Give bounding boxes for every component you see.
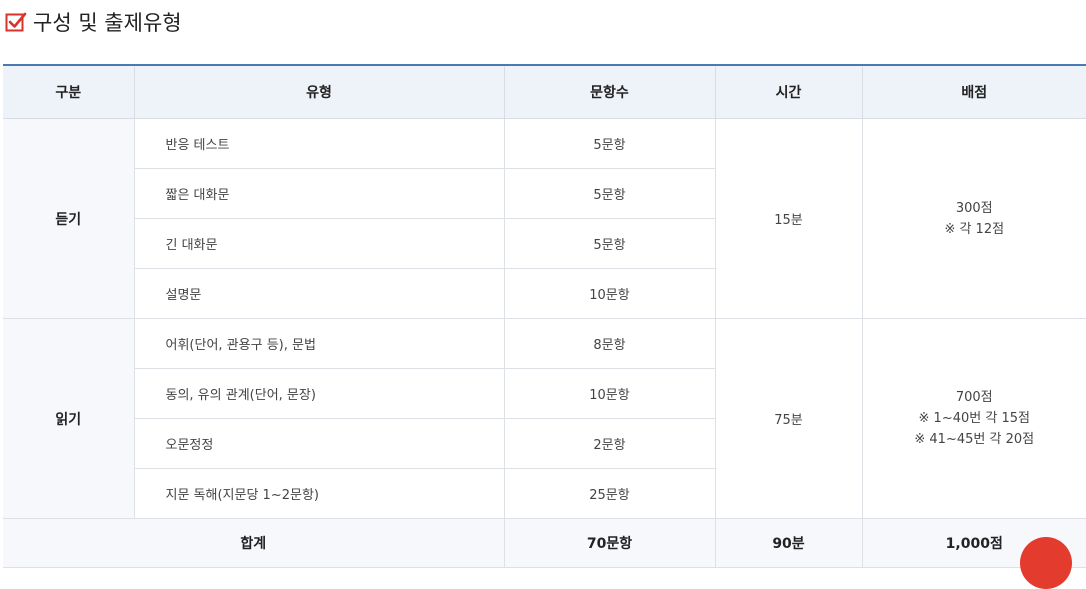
table-row: 듣기 반응 테스트 5문항 15분 300점 ※ 각 12점 — [3, 118, 1086, 319]
section-title: 구성 및 출제유형 — [33, 11, 182, 35]
listening-time: 15분 — [714, 118, 863, 319]
count-cell: 8문항 — [503, 318, 716, 369]
listening-score-total: 300점 — [955, 200, 993, 216]
total-label: 합계 — [3, 518, 505, 568]
total-time: 90분 — [714, 518, 863, 568]
type-cell: 동의, 유의 관계(단어, 문장) — [134, 368, 505, 419]
header-time: 시간 — [714, 65, 863, 119]
header-score: 배점 — [861, 65, 1086, 119]
count-cell: 2문항 — [503, 418, 715, 469]
table-header-row: 구분 유형 문항수 시간 배점 — [3, 65, 1086, 119]
header-category: 구분 — [3, 65, 135, 119]
total-row: 합계 70문항 90분 1,000점 — [3, 518, 1086, 568]
count-cell: 25문항 — [503, 468, 715, 519]
listening-score: 300점 ※ 각 12점 — [861, 118, 1086, 319]
header-type: 유형 — [133, 65, 505, 119]
reading-time: 75분 — [714, 318, 863, 519]
header-question-count: 문항수 — [503, 65, 716, 119]
type-cell: 오문정정 — [134, 418, 505, 469]
count-cell: 5문항 — [503, 218, 715, 269]
reading-score: 700점 ※ 1~40번 각 15점 ※ 41~45번 각 20점 — [861, 318, 1086, 519]
exam-structure-table: 구분 유형 문항수 시간 배점 듣기 반응 테스트 5문항 15분 300점 ※… — [3, 64, 1086, 568]
count-cell: 10문항 — [503, 368, 715, 419]
section-reading: 읽기 — [3, 318, 135, 519]
reading-score-note-1: ※ 1~40번 각 15점 — [918, 411, 1030, 426]
reading-score-total: 700점 — [955, 390, 993, 405]
listening-score-note: ※ 각 12점 — [944, 221, 1005, 237]
type-cell: 지문 독해(지문당 1~2문항) — [134, 468, 505, 519]
table-row: 읽기 어휘(단어, 관용구 등), 문법 8문항 75분 700점 ※ 1~40… — [3, 318, 1086, 519]
type-cell: 설명문 — [134, 268, 505, 319]
type-cell: 짧은 대화문 — [134, 168, 505, 219]
type-cell: 반응 테스트 — [133, 118, 505, 169]
total-count: 70문항 — [503, 518, 716, 568]
section-heading: 구성 및 출제유형 — [5, 7, 182, 37]
count-cell: 10문항 — [503, 268, 715, 319]
count-cell: 5문항 — [503, 118, 716, 169]
reading-score-note-2: ※ 41~45번 각 20점 — [914, 432, 1035, 447]
checkbox-check-icon — [5, 12, 27, 32]
type-cell: 긴 대화문 — [134, 218, 505, 269]
type-cell: 어휘(단어, 관용구 등), 문법 — [133, 318, 505, 369]
section-listening: 듣기 — [3, 118, 135, 319]
count-cell: 5문항 — [503, 168, 715, 219]
